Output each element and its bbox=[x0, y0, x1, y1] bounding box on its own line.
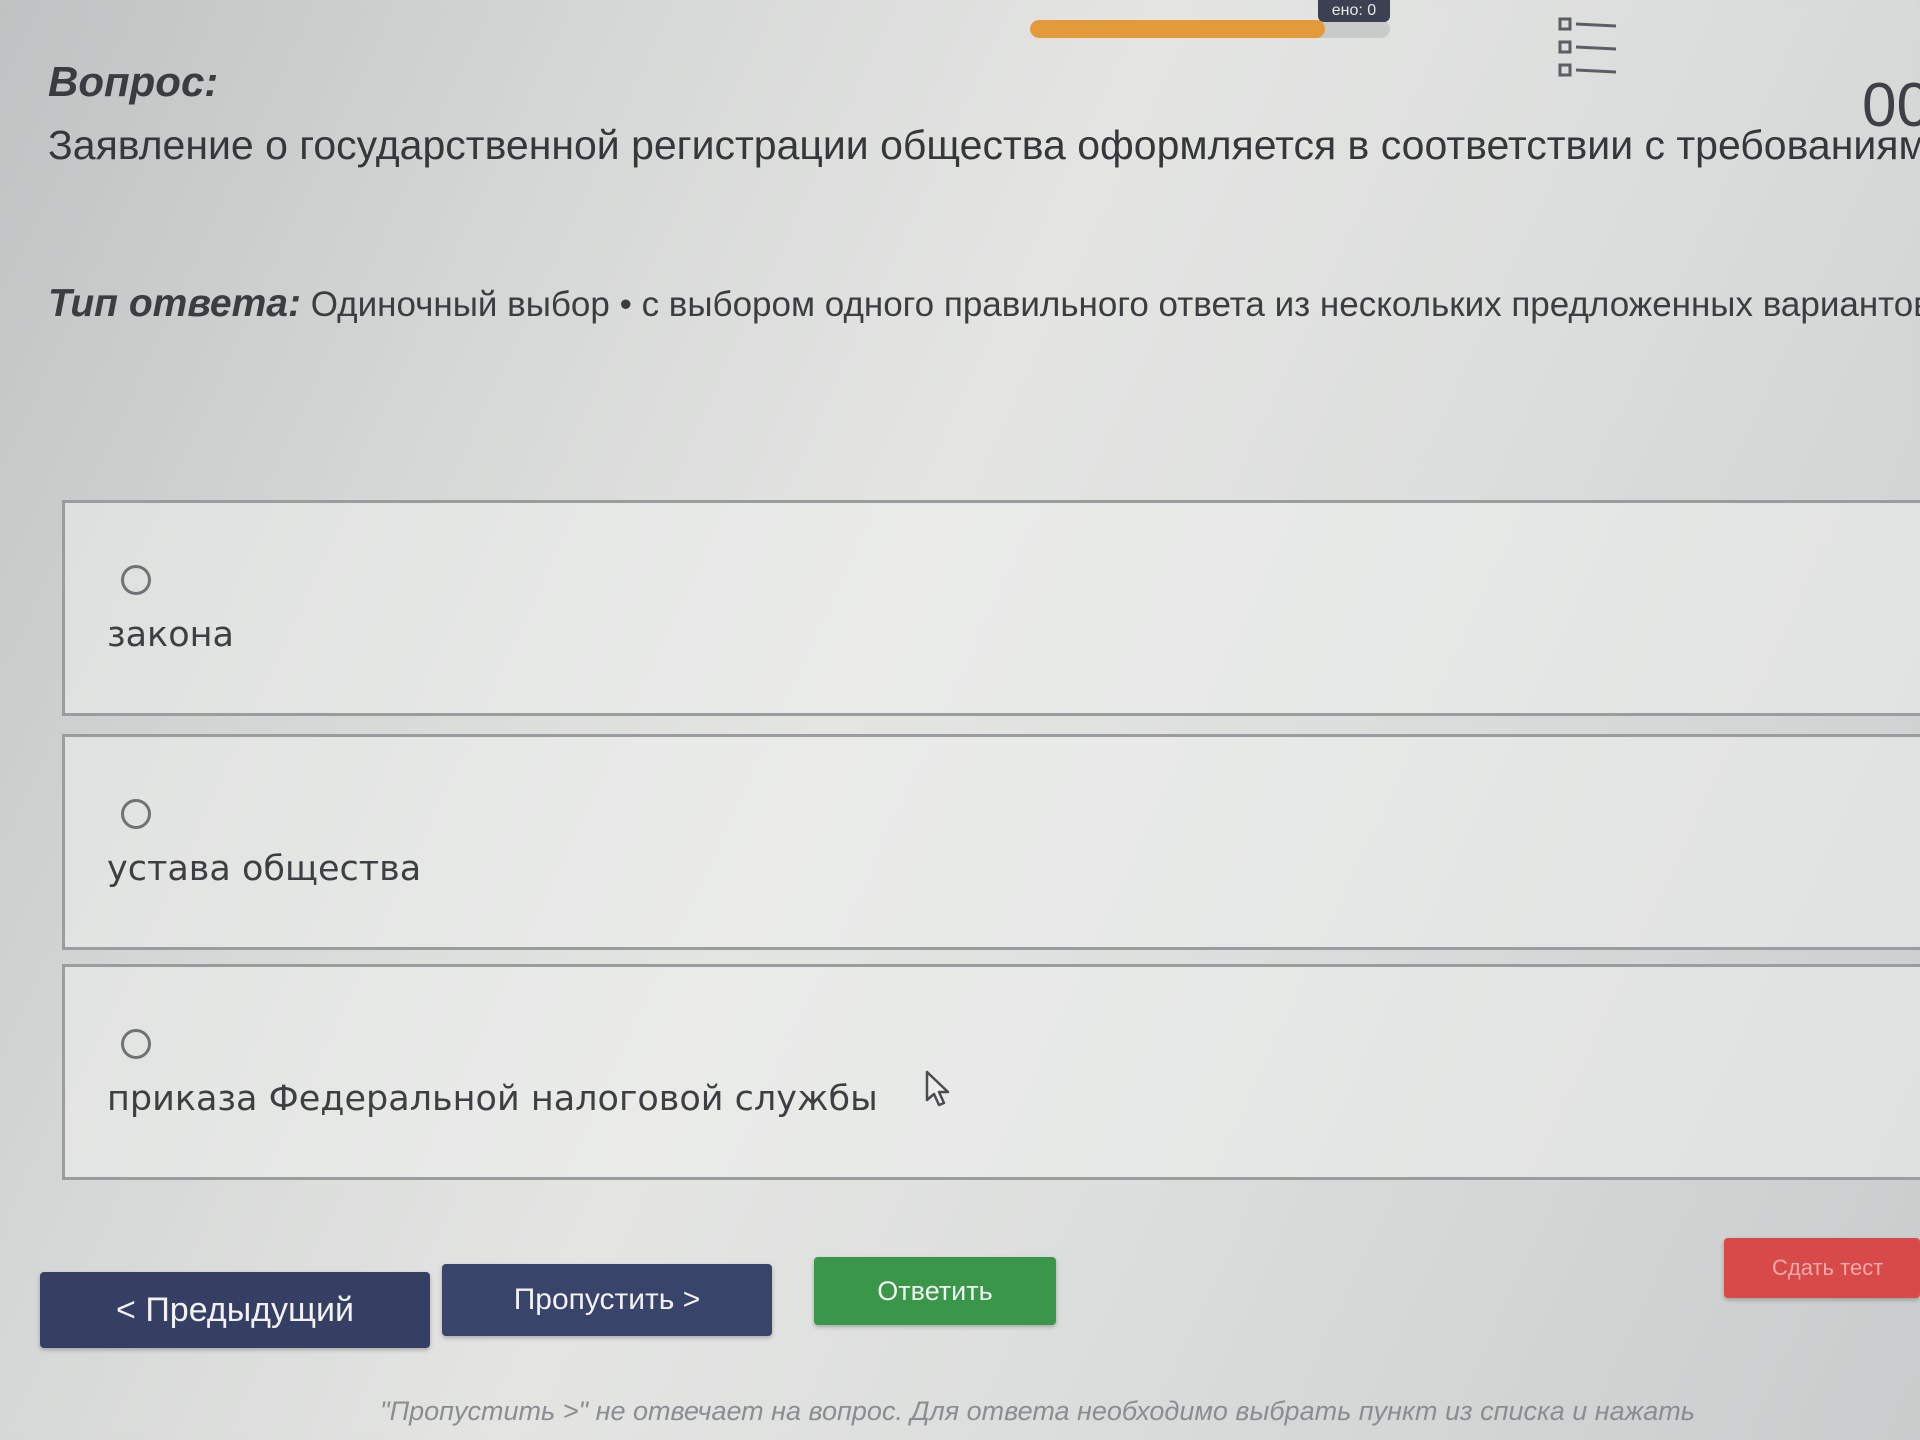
answer-type-value: Одиночный выбор • с выбором одного прави… bbox=[310, 285, 1920, 324]
finish-test-button[interactable]: Сдать тест bbox=[1724, 1238, 1920, 1298]
answer-type-row: Тип ответа: Одиночный выбор • с выбором … bbox=[48, 282, 1920, 326]
mouse-cursor-icon bbox=[925, 1070, 950, 1107]
answer-button[interactable]: Ответить bbox=[814, 1257, 1056, 1325]
answer-option-1[interactable]: закона bbox=[62, 500, 1920, 716]
progress-bar bbox=[1030, 20, 1390, 38]
footer-hint-text: "Пропустить >" не отвечает на вопрос. Дл… bbox=[380, 1396, 1695, 1426]
progress-bar-fill bbox=[1030, 20, 1326, 38]
answered-counter-badge: ено: 0 bbox=[1318, 0, 1390, 22]
answer-option-3[interactable]: приказа Федеральной налоговой службы bbox=[62, 964, 1920, 1180]
question-label: Вопрос: bbox=[48, 58, 219, 105]
previous-button[interactable]: < Предыдущий bbox=[40, 1272, 430, 1348]
answer-option-label: устава общества bbox=[107, 849, 422, 889]
answer-option-2[interactable]: устава общества bbox=[62, 734, 1920, 950]
question-list-icon[interactable] bbox=[1558, 16, 1618, 82]
radio-button[interactable] bbox=[121, 799, 151, 829]
radio-button[interactable] bbox=[121, 1029, 151, 1059]
question-text: Заявление о государственной регистрации … bbox=[48, 122, 1920, 168]
answer-option-label: закона bbox=[107, 615, 234, 655]
skip-button[interactable]: Пропустить > bbox=[442, 1264, 772, 1336]
answer-type-label: Тип ответа: bbox=[48, 282, 301, 325]
radio-button[interactable] bbox=[121, 565, 151, 595]
answer-option-label: приказа Федеральной налоговой службы bbox=[107, 1079, 878, 1119]
